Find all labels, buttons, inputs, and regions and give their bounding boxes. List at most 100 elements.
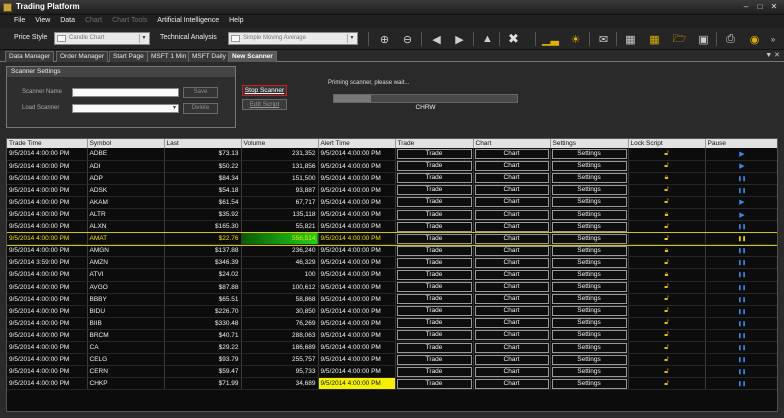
play-icon[interactable]: ▶	[739, 199, 744, 206]
table-icon[interactable]: ▦	[646, 31, 663, 47]
pause-icon[interactable]: ❚❚	[738, 176, 746, 182]
chart-button[interactable]: Chart	[474, 294, 549, 305]
settings-button[interactable]: Settings	[551, 209, 627, 220]
lock-open-icon[interactable]: 🔓︎	[664, 283, 669, 290]
lock-closed-icon[interactable]: 🔒︎	[665, 174, 669, 181]
settings-button[interactable]: Settings	[551, 245, 627, 256]
trade-button[interactable]: Trade	[396, 209, 472, 220]
table-row[interactable]: 9/5/2014 4:00:00 PM CELG $93.79 255,757 9/5/…	[7, 353, 777, 367]
table-row[interactable]: 9/5/2014 4:00:00 PM CHKP $71.99 34,689 9/5/2…	[7, 377, 777, 391]
settings-button[interactable]: Settings	[551, 378, 627, 389]
trade-button[interactable]: Trade	[396, 306, 472, 317]
pause-icon[interactable]: ❚❚	[738, 369, 746, 375]
settings-button[interactable]: Settings	[551, 282, 627, 293]
settings-button[interactable]: Settings	[551, 185, 627, 196]
trade-button[interactable]: Trade	[396, 354, 472, 365]
settings-button[interactable]: Settings	[551, 306, 627, 317]
chart-up-icon[interactable]: ▲	[479, 31, 496, 47]
lock-open-icon[interactable]: 🔓︎	[664, 380, 669, 387]
ai-bulb-icon[interactable]: ☀	[567, 31, 584, 47]
table-row[interactable]: 9/5/2014 4:00:00 PM CA $29.22 186,689 9/5/20…	[7, 341, 777, 355]
trade-button[interactable]: Trade	[396, 282, 472, 293]
col-chart[interactable]: Chart	[473, 139, 551, 148]
price-style-select[interactable]: Candle Chart ▼	[54, 32, 150, 45]
maximize-button[interactable]: □	[754, 2, 766, 12]
settings-button[interactable]: Settings	[551, 173, 627, 184]
table-row[interactable]: 9/5/2014 4:00:00 PM ATVI $24.02 100 9/5/2014…	[7, 268, 777, 282]
pause-icon[interactable]: ❚❚	[738, 272, 746, 278]
chart-button[interactable]: Chart	[474, 306, 549, 317]
trade-button[interactable]: Trade	[396, 161, 472, 172]
lock-open-icon[interactable]: 🔓︎	[664, 186, 669, 193]
tab-data-manager[interactable]: Data Manager	[5, 51, 55, 62]
chart-button[interactable]: Chart	[474, 221, 549, 232]
chart-button[interactable]: Chart	[474, 161, 549, 172]
lock-open-icon[interactable]: 🔓︎	[664, 235, 669, 242]
pause-icon[interactable]: ❚❚	[738, 333, 746, 339]
grid-icon[interactable]: ▦	[622, 31, 639, 47]
scanner-name-input[interactable]	[72, 88, 179, 97]
table-row[interactable]: 9/5/2014 4:00:00 PM AMGN $137.88 236,240 9/5…	[7, 244, 777, 258]
pause-icon[interactable]: ❚❚	[738, 309, 746, 315]
pause-icon[interactable]: ❚❚	[738, 236, 746, 242]
pause-icon[interactable]: ❚❚	[738, 285, 746, 291]
pause-icon[interactable]: ❚❚	[738, 297, 746, 303]
pause-icon[interactable]: ❚❚	[738, 321, 746, 327]
menu-file[interactable]: File	[10, 15, 29, 26]
trade-button[interactable]: Trade	[396, 173, 472, 184]
settings-button[interactable]: Settings	[551, 330, 627, 341]
settings-button[interactable]: Settings	[551, 221, 627, 232]
play-icon[interactable]: ▶	[739, 212, 744, 219]
table-row[interactable]: 9/5/2014 4:00:00 PM AVGO $87.88 100,612 9/5/…	[7, 281, 777, 294]
col-volume[interactable]: Volume	[241, 139, 319, 148]
play-icon[interactable]: ▶	[739, 151, 744, 158]
trade-button[interactable]: Trade	[396, 233, 472, 244]
trade-button[interactable]: Trade	[396, 197, 472, 208]
menu-artificial-intelligence[interactable]: Artificial Intelligence	[153, 15, 223, 26]
edit-script-button[interactable]: Edit Script	[242, 99, 287, 110]
technical-analysis-select[interactable]: Simple Moving Average ▼	[228, 32, 358, 45]
save-button[interactable]: Save	[183, 87, 218, 98]
print-icon[interactable]: ⎙	[722, 31, 739, 47]
trade-button[interactable]: Trade	[396, 294, 472, 305]
tab-start-page[interactable]: Start Page	[109, 51, 148, 62]
settings-button[interactable]: Settings	[551, 233, 627, 244]
forward-icon[interactable]: ▶	[451, 31, 468, 47]
tab-msft-1-min[interactable]: MSFT 1 Min	[147, 51, 191, 62]
chart-button[interactable]: Chart	[474, 378, 549, 389]
pause-icon[interactable]: ❚❚	[738, 248, 746, 254]
chart-button[interactable]: Chart	[474, 269, 549, 280]
settings-button[interactable]: Settings	[551, 197, 627, 208]
trade-button[interactable]: Trade	[396, 245, 472, 256]
settings-button[interactable]: Settings	[551, 366, 627, 377]
lock-open-icon[interactable]: 🔓︎	[664, 223, 669, 230]
play-icon[interactable]: ▶	[739, 163, 744, 170]
load-scanner-select[interactable]: ▼	[72, 104, 179, 113]
chart-button[interactable]: Chart	[474, 354, 549, 365]
settings-button[interactable]: Settings	[551, 161, 627, 172]
col-last[interactable]: Last	[164, 139, 242, 148]
bar-chart-icon[interactable]: ▁▃	[542, 31, 559, 47]
lock-open-icon[interactable]: 🔓︎	[664, 331, 669, 338]
tab-new-scanner[interactable]: New Scanner	[228, 51, 277, 62]
chart-button[interactable]: Chart	[474, 173, 549, 184]
delete-x-icon[interactable]: ✖	[505, 31, 522, 47]
back-icon[interactable]: ◀	[428, 31, 445, 47]
table-row[interactable]: 9/5/2014 4:00:00 PM BIDU $226.70 30,850 9/5/…	[7, 305, 777, 318]
zoom-in-icon[interactable]: ⊕	[376, 31, 393, 47]
chart-button[interactable]: Chart	[474, 185, 549, 196]
zoom-out-icon[interactable]: ⊖	[399, 31, 416, 47]
col-lock-script[interactable]: Lock Script	[628, 139, 706, 148]
col-symbol[interactable]: Symbol	[87, 139, 165, 148]
trade-button[interactable]: Trade	[396, 148, 472, 159]
table-row[interactable]: 9/5/2014 4:00:00 PM ADI $50.22 131,856 9/5/2…	[7, 160, 777, 173]
table-row[interactable]: 9/5/2014 4:00:00 PM BBBY $65.51 58,868 9/5/2…	[7, 293, 777, 306]
pause-icon[interactable]: ❚❚	[738, 381, 746, 387]
col-trade-time[interactable]: Trade Time	[7, 139, 88, 148]
tab-msft-daily[interactable]: MSFT Daily	[188, 51, 230, 62]
lock-open-icon[interactable]: 🔓︎	[664, 150, 669, 157]
save-disk-icon[interactable]: ▣	[695, 31, 712, 47]
trade-button[interactable]: Trade	[396, 257, 472, 268]
lock-open-icon[interactable]: 🔓︎	[664, 344, 669, 351]
close-tab-icon[interactable]: ▼ ✕	[765, 51, 780, 59]
